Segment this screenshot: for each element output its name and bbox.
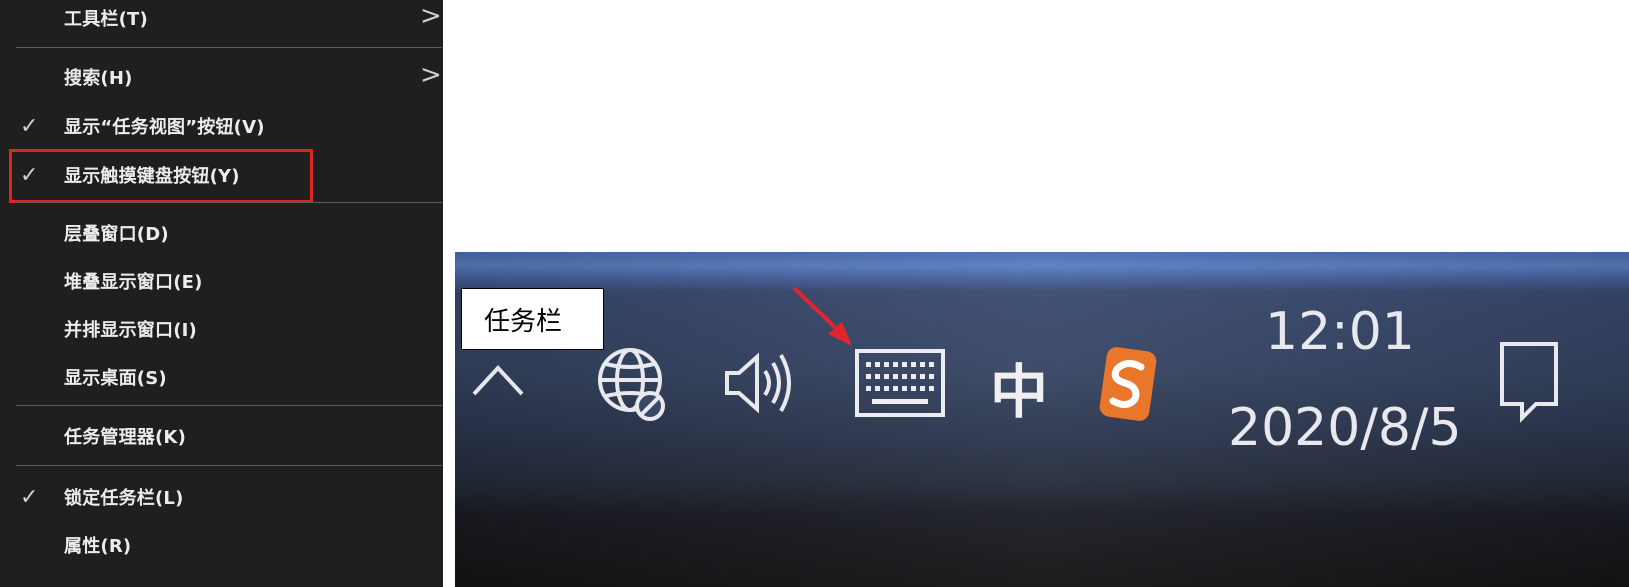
touch-keyboard-icon[interactable] [854,348,946,420]
speaker-volume-icon[interactable] [723,345,795,421]
menu-item-label: 属性(R) [64,536,132,557]
chevron-right-icon: > [420,1,442,31]
checkmark-icon: ✓ [20,485,39,510]
menu-item-label: 任务管理器(K) [64,427,187,448]
checkmark-icon: ✓ [20,114,39,139]
notification-icon[interactable] [1498,340,1562,424]
menu-item-label: 并排显示窗口(I) [64,320,197,341]
menu-item-show-windows-stacked[interactable]: 堆叠显示窗口(E) [0,261,443,301]
menu-item-toolbars[interactable]: 工具栏(T) > [0,0,443,38]
menu-item-label: 搜索(H) [64,68,133,89]
menu-item-label: 层叠窗口(D) [64,224,169,245]
menu-item-cascade-windows[interactable]: 层叠窗口(D) [0,213,443,253]
menu-item-show-windows-side-by-side[interactable]: 并排显示窗口(I) [0,309,443,349]
menu-item-search[interactable]: 搜索(H) > [0,57,443,97]
ime-mode-indicator[interactable]: 中 [990,345,1048,429]
menu-separator [16,202,442,203]
taskbar-context-menu: 工具栏(T) > 搜索(H) > ✓ 显示“任务视图”按钮(V) ✓ 显示触摸键… [0,0,443,587]
menu-item-lock-taskbar[interactable]: ✓ 锁定任务栏(L) [0,477,443,517]
menu-item-label: 堆叠显示窗口(E) [64,272,203,293]
menu-item-show-task-view-button[interactable]: ✓ 显示“任务视图”按钮(V) [0,106,443,146]
chevron-right-icon: > [420,60,442,90]
menu-item-properties[interactable]: 属性(R) [0,525,443,565]
chevron-up-icon[interactable] [470,360,526,400]
clock-date[interactable]: 2020/8/5 [1228,398,1462,458]
sogou-ime-icon[interactable] [1097,345,1159,425]
menu-separator [16,47,442,48]
menu-item-task-manager[interactable]: 任务管理器(K) [0,416,443,456]
menu-item-label: 显示“任务视图”按钮(V) [64,117,265,138]
menu-item-label: 工具栏(T) [64,9,148,30]
menu-item-label: 锁定任务栏(L) [64,488,184,509]
menu-item-show-desktop[interactable]: 显示桌面(S) [0,357,443,397]
red-arrow-annotation [792,286,852,346]
menu-separator [16,465,442,466]
clock-time[interactable]: 12:01 [1265,302,1415,362]
globe-no-network-icon[interactable] [596,340,672,430]
taskbar-callout-label: 任务栏 [461,288,604,350]
menu-item-label: 显示桌面(S) [64,368,167,389]
menu-separator [16,405,442,406]
highlight-annotation-box [9,149,313,203]
